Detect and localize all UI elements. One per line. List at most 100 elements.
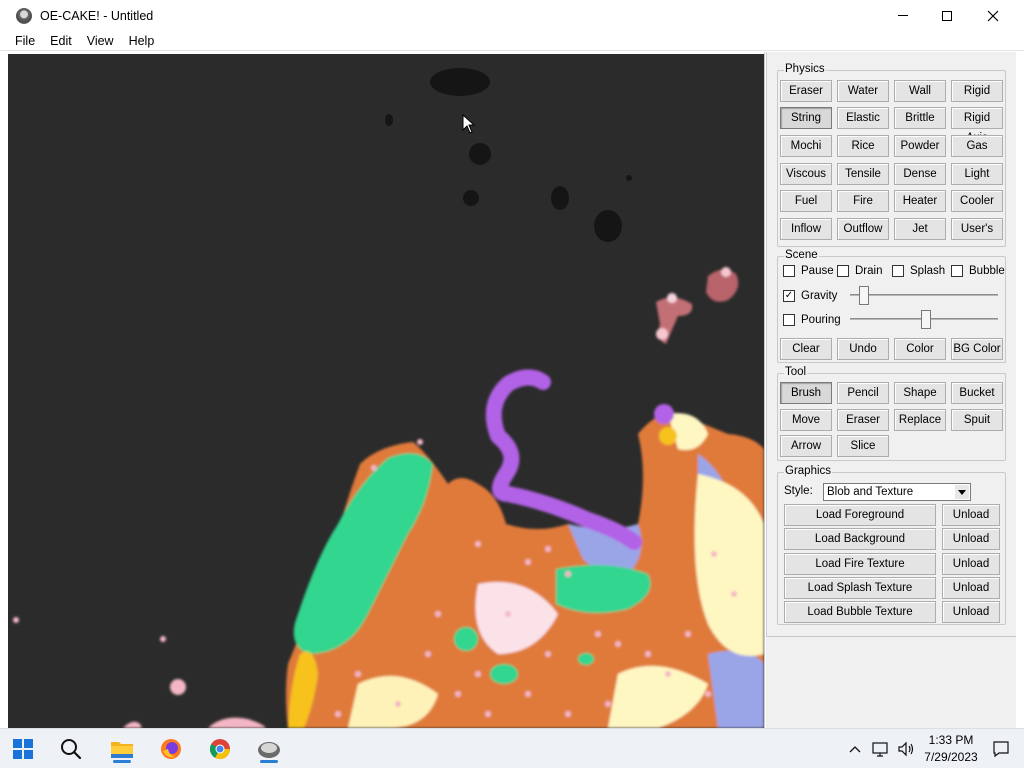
physics-string-button[interactable]: String [780, 107, 832, 129]
menu-view[interactable]: View [79, 34, 121, 48]
unload-fire-texture-button[interactable]: Unload [942, 553, 1000, 575]
physics-tensile-button[interactable]: Tensile [837, 163, 889, 185]
splash-checkbox[interactable]: Splash [892, 265, 945, 277]
physics-water-button[interactable]: Water [837, 80, 889, 102]
maximize-button[interactable] [924, 0, 970, 31]
minimize-button[interactable] [880, 0, 926, 31]
physics-elastic-button[interactable]: Elastic [837, 107, 889, 129]
physics-users-button[interactable]: User's [951, 218, 1003, 240]
close-icon [987, 10, 999, 21]
taskbar-clock[interactable]: 1:33 PM 7/29/2023 [920, 732, 982, 766]
tool-brush-button[interactable]: Brush [780, 382, 832, 404]
style-select[interactable]: Blob and Texture [823, 483, 971, 501]
physics-light-button[interactable]: Light [951, 163, 1003, 185]
splash-label: Splash [910, 265, 946, 277]
undo-button[interactable]: Undo [837, 338, 889, 360]
physics-rigid-button[interactable]: Rigid [951, 80, 1003, 102]
gravity-checkbox-box[interactable]: ✓ [783, 290, 795, 302]
bubble-checkbox-box[interactable] [951, 265, 963, 277]
pouring-slider[interactable] [850, 309, 998, 329]
gravity-checkbox[interactable]: ✓ Gravity [783, 290, 837, 302]
load-background-button[interactable]: Load Background [784, 528, 936, 550]
chevron-down-icon[interactable] [955, 485, 969, 499]
tool-move-button[interactable]: Move [780, 409, 832, 431]
taskbar: 1:33 PM 7/29/2023 [0, 728, 1024, 768]
physics-inflow-button[interactable]: Inflow [780, 218, 832, 240]
search-icon[interactable] [57, 735, 85, 763]
canvas-area [0, 52, 765, 728]
unload-splash-texture-button[interactable]: Unload [942, 577, 1000, 599]
tray-chevron-icon[interactable] [848, 729, 862, 769]
tool-arrow-button[interactable]: Arrow [780, 435, 832, 457]
simulation-canvas[interactable] [8, 54, 764, 728]
drain-label: Drain [855, 265, 883, 277]
clear-button[interactable]: Clear [780, 338, 832, 360]
firefox-icon[interactable] [157, 735, 185, 763]
physics-gas-button[interactable]: Gas [951, 135, 1003, 157]
splash-checkbox-box[interactable] [892, 265, 904, 277]
bubble-label: Bubble [969, 265, 1005, 277]
pouring-checkbox[interactable]: Pouring [783, 314, 841, 326]
file-explorer-active-indicator [113, 760, 131, 763]
drain-checkbox-box[interactable] [837, 265, 849, 277]
volume-icon[interactable] [897, 729, 915, 769]
pause-label: Pause [801, 265, 834, 277]
window-title: OE-CAKE! - Untitled [40, 8, 154, 23]
menu-bar: File Edit View Help [0, 31, 1024, 51]
network-icon[interactable] [872, 729, 890, 769]
file-explorer-icon[interactable] [108, 735, 136, 763]
style-label: Style: [784, 485, 813, 497]
particle-scene [13, 68, 764, 728]
physics-fuel-button[interactable]: Fuel [780, 190, 832, 212]
gravity-label: Gravity [801, 290, 838, 302]
load-bubble-texture-button[interactable]: Load Bubble Texture [784, 601, 936, 623]
physics-outflow-button[interactable]: Outflow [837, 218, 889, 240]
tool-eraser-button[interactable]: Eraser [837, 409, 889, 431]
windows-start-icon[interactable] [9, 735, 37, 763]
chrome-icon[interactable] [206, 735, 234, 763]
pouring-slider-thumb[interactable] [921, 310, 931, 329]
load-foreground-button[interactable]: Load Foreground [784, 504, 936, 526]
pause-checkbox-box[interactable] [783, 265, 795, 277]
tool-slice-button[interactable]: Slice [837, 435, 889, 457]
physics-viscous-button[interactable]: Viscous [780, 163, 832, 185]
menu-help[interactable]: Help [121, 34, 162, 48]
close-button[interactable] [970, 0, 1016, 31]
oe-cake-active-indicator [260, 760, 278, 763]
physics-fire-button[interactable]: Fire [837, 190, 889, 212]
physics-powder-button[interactable]: Powder [894, 135, 946, 157]
tool-shape-button[interactable]: Shape [894, 382, 946, 404]
tool-bucket-button[interactable]: Bucket [951, 382, 1003, 404]
tool-replace-button[interactable]: Replace [894, 409, 946, 431]
physics-rigid-axis-button[interactable]: Rigid Axis [951, 107, 1003, 144]
physics-rice-button[interactable]: Rice [837, 135, 889, 157]
load-fire-texture-button[interactable]: Load Fire Texture [784, 553, 936, 575]
drain-checkbox[interactable]: Drain [837, 265, 882, 277]
gravity-slider[interactable] [850, 285, 998, 305]
physics-mochi-button[interactable]: Mochi [780, 135, 832, 157]
unload-background-button[interactable]: Unload [942, 528, 1000, 550]
tool-pencil-button[interactable]: Pencil [837, 382, 889, 404]
clock-time: 1:33 PM [928, 733, 974, 747]
physics-dense-button[interactable]: Dense [894, 163, 946, 185]
physics-eraser-button[interactable]: Eraser [780, 80, 832, 102]
pause-checkbox[interactable]: Pause [783, 265, 834, 277]
bubble-checkbox[interactable]: Bubble [951, 265, 1005, 277]
notification-icon[interactable] [992, 729, 1010, 769]
physics-cooler-button[interactable]: Cooler [951, 190, 1003, 212]
physics-jet-button[interactable]: Jet [894, 218, 946, 240]
pouring-checkbox-box[interactable] [783, 314, 795, 326]
physics-brittle-button[interactable]: Brittle [894, 107, 946, 129]
tool-spuit-button[interactable]: Spuit [951, 409, 1003, 431]
menu-edit[interactable]: Edit [42, 34, 79, 48]
color-button[interactable]: Color [894, 338, 946, 360]
physics-heater-button[interactable]: Heater [894, 190, 946, 212]
menu-file[interactable]: File [0, 34, 42, 48]
gravity-slider-thumb[interactable] [859, 286, 869, 305]
physics-wall-button[interactable]: Wall [894, 80, 946, 102]
bg-color-button[interactable]: BG Color [951, 338, 1003, 360]
oe-cake-icon[interactable] [255, 735, 283, 763]
unload-foreground-button[interactable]: Unload [942, 504, 1000, 526]
load-splash-texture-button[interactable]: Load Splash Texture [784, 577, 936, 599]
unload-bubble-texture-button[interactable]: Unload [942, 601, 1000, 623]
